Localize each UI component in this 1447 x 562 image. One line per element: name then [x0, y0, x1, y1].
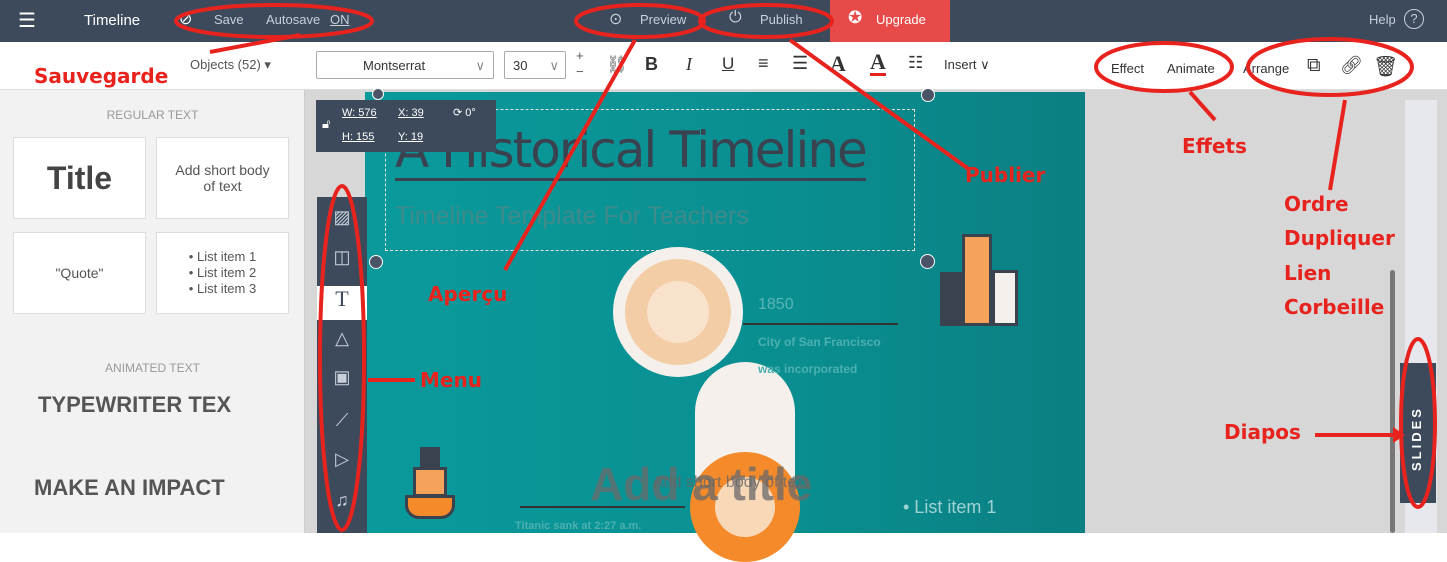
italic-icon[interactable]: I: [686, 54, 692, 75]
insert-dropdown[interactable]: Insert ∨: [944, 57, 990, 73]
impact-card[interactable]: MAKE AN IMPACT: [34, 475, 225, 501]
link-icon[interactable]: 🔗︎: [1340, 55, 1363, 76]
upgrade-button[interactable]: ✪ Upgrade: [830, 0, 950, 42]
slide-subtitle[interactable]: Timeline Template For Teachers: [395, 202, 749, 231]
preview-button[interactable]: Preview: [640, 12, 686, 27]
annotation-lien: Lien: [1284, 261, 1332, 285]
building-icon: [940, 234, 1018, 326]
list-placeholder[interactable]: • List item 1: [903, 497, 996, 518]
help-icon[interactable]: ?: [1404, 9, 1424, 29]
resize-handle[interactable]: [921, 88, 935, 102]
annotation-corbeille: Corbeille: [1284, 295, 1385, 319]
resize-handle[interactable]: [372, 88, 384, 100]
body-placeholder[interactable]: Add short body of text: [653, 474, 809, 492]
help-link[interactable]: Help: [1369, 12, 1396, 27]
slides-tab[interactable]: SLIDES: [1400, 363, 1436, 503]
ship-icon: [405, 447, 455, 533]
star-icon: ✪: [848, 8, 863, 27]
rotate-icon: ⟳ 0°: [453, 107, 476, 119]
preview-icon[interactable]: ⊙: [609, 9, 622, 29]
chart-icon[interactable]: ⟋: [327, 410, 357, 438]
annotation-publier: Publier: [965, 163, 1046, 187]
annotation-ordre: Ordre: [1284, 192, 1349, 216]
timeline-circle-1-inner: [647, 281, 709, 343]
publish-button[interactable]: Publish: [760, 12, 803, 27]
annotation-effets: Effets: [1182, 134, 1247, 158]
top-bar: ☰ Timeline ⊘ Save Autosave ON ⊙ Preview …: [0, 0, 1447, 42]
layout-icon[interactable]: ◫: [327, 247, 357, 275]
format-toolbar: Objects (52) ▾ Montserrat ∨ 30 ∨ + − ⛓ B I …: [0, 42, 1447, 90]
event-line-2[interactable]: was incorporated: [758, 362, 857, 376]
font-family-select[interactable]: Montserrat ∨: [316, 51, 494, 79]
arrange-button[interactable]: Arrange: [1243, 61, 1289, 76]
save-icon[interactable]: ⊘: [179, 9, 192, 29]
animated-text-heading: ANIMATED TEXT: [105, 361, 200, 375]
scrollbar[interactable]: [1390, 270, 1395, 533]
video-icon[interactable]: ▷: [327, 449, 357, 477]
duplicate-icon[interactable]: ⧉: [1307, 55, 1321, 77]
background-icon[interactable]: ▨: [327, 207, 357, 235]
text-tool-icon[interactable]: T: [317, 286, 367, 320]
shapes-icon[interactable]: △: [327, 328, 357, 356]
annotation-diapos: Diapos: [1224, 420, 1301, 444]
title-text-card[interactable]: Title: [13, 137, 146, 219]
annotation-sauvegarde: Sauvegarde: [34, 64, 169, 88]
annotation-apercu: Aperçu: [428, 282, 508, 306]
animate-button[interactable]: Animate: [1167, 61, 1215, 76]
text-color-icon[interactable]: A: [870, 51, 886, 76]
link-text-icon[interactable]: ⛓: [606, 55, 628, 75]
underline-icon[interactable]: U: [722, 54, 734, 74]
autosave-label: Autosave: [266, 12, 321, 27]
size-stepper[interactable]: + −: [576, 48, 584, 80]
objects-panel: REGULAR TEXT Title Add short body of tex…: [0, 90, 305, 533]
bold-icon[interactable]: B: [645, 54, 658, 75]
save-button[interactable]: Save: [214, 12, 244, 27]
effect-button[interactable]: Effect: [1111, 61, 1144, 76]
list-card[interactable]: • List item 1 • List item 2 • List item 3: [156, 232, 289, 314]
dimension-badge: W: 576 X: 39 ⟳ 0° H: 155 Y: 19 🔓︎: [316, 100, 496, 152]
power-icon[interactable]: ⏻: [729, 9, 742, 27]
document-title[interactable]: Timeline: [84, 12, 140, 29]
text-style-icon[interactable]: A: [830, 51, 846, 77]
annotation-menu: Menu: [420, 368, 482, 392]
objects-dropdown[interactable]: Objects (52) ▾: [190, 57, 271, 73]
arrow-line-1: [743, 323, 898, 325]
quote-card[interactable]: "Quote": [13, 232, 146, 314]
hamburger-menu-icon[interactable]: ☰: [18, 8, 36, 33]
year-label[interactable]: 1850: [758, 296, 794, 314]
resize-handle[interactable]: [369, 255, 383, 269]
image-icon[interactable]: ▣: [327, 367, 357, 395]
body-text-card[interactable]: Add short body of text: [156, 137, 289, 219]
align-icon[interactable]: ≡: [758, 53, 769, 74]
typewriter-card[interactable]: TYPEWRITER TEX: [38, 392, 231, 418]
resize-handle[interactable]: [920, 254, 935, 269]
list-icon[interactable]: ☰: [792, 53, 808, 74]
slide[interactable]: A Historical Timeline Timeline Template …: [365, 92, 1085, 562]
event-titanic[interactable]: Titanic sank at 2:27 a.m.: [515, 520, 641, 532]
music-icon[interactable]: ♫: [327, 490, 357, 518]
insert-side-menu: ▨ ◫ T △ ▣ ⟋ ▷ ♫: [317, 197, 367, 533]
spacing-icon[interactable]: ☷: [908, 53, 923, 73]
event-line-1[interactable]: City of San Francisco: [758, 335, 881, 349]
lock-icon: 🔓︎: [322, 116, 331, 131]
annotation-dupliquer: Dupliquer: [1284, 226, 1395, 250]
autosave-toggle[interactable]: ON: [330, 12, 350, 27]
regular-text-heading: REGULAR TEXT: [106, 108, 199, 122]
trash-icon[interactable]: 🗑︎: [1373, 54, 1398, 79]
font-size-select[interactable]: 30 ∨: [504, 51, 566, 79]
